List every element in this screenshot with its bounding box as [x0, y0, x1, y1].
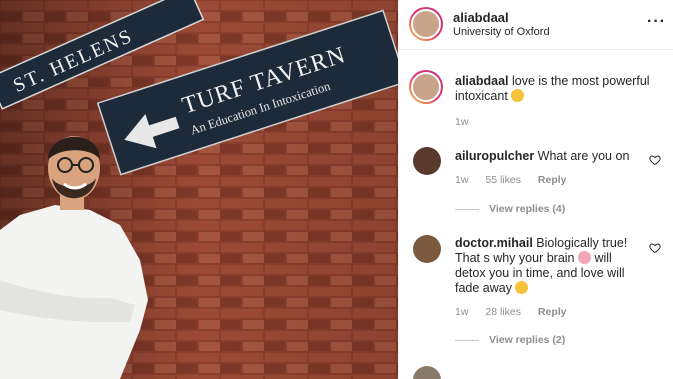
- caption-time[interactable]: 1w: [455, 116, 468, 128]
- commenter-avatar[interactable]: [413, 147, 441, 175]
- divider-line: [455, 208, 479, 210]
- comment-username[interactable]: doctor.mihail: [455, 236, 533, 250]
- comment-username[interactable]: ailuropulcher: [455, 149, 534, 163]
- like-heart-icon[interactable]: [649, 154, 661, 166]
- like-heart-icon[interactable]: [649, 242, 661, 254]
- commenter-avatar[interactable]: [413, 366, 441, 379]
- pleading-face-icon: [511, 89, 525, 102]
- caption-avatar[interactable]: [409, 70, 443, 104]
- post-location[interactable]: University of Oxford: [453, 26, 550, 38]
- comment-time[interactable]: 1w: [455, 306, 468, 318]
- author-avatar[interactable]: [409, 7, 443, 41]
- commenter-avatar[interactable]: [413, 235, 441, 263]
- view-replies-label: View replies (2): [489, 334, 566, 346]
- view-replies-button[interactable]: View replies (2): [455, 334, 565, 346]
- comment-text: What are you on: [537, 149, 630, 163]
- post-photo-scene: ST. HELENS TURF TAVERN An Education In I…: [0, 0, 398, 379]
- comment-likes[interactable]: 28 likes: [485, 306, 521, 318]
- comment-likes[interactable]: 55 likes: [485, 174, 521, 186]
- reply-button[interactable]: Reply: [538, 306, 567, 318]
- reply-button[interactable]: Reply: [538, 174, 567, 186]
- hands-on-face-icon: [515, 281, 529, 294]
- view-replies-button[interactable]: View replies (4): [455, 203, 565, 215]
- view-replies-label: View replies (4): [489, 203, 566, 215]
- post-header: aliabdaal University of Oxford ···: [399, 0, 673, 50]
- post-photo[interactable]: ST. HELENS TURF TAVERN An Education In I…: [0, 0, 398, 379]
- caption-username[interactable]: aliabdaal: [455, 74, 509, 88]
- post-side-panel: aliabdaal University of Oxford ··· aliab…: [398, 0, 673, 379]
- author-username[interactable]: aliabdaal: [453, 10, 509, 25]
- divider-line: [455, 339, 479, 341]
- brain-icon: [577, 251, 591, 264]
- more-horizontal-icon[interactable]: ···: [647, 14, 666, 30]
- comment-time[interactable]: 1w: [455, 174, 468, 186]
